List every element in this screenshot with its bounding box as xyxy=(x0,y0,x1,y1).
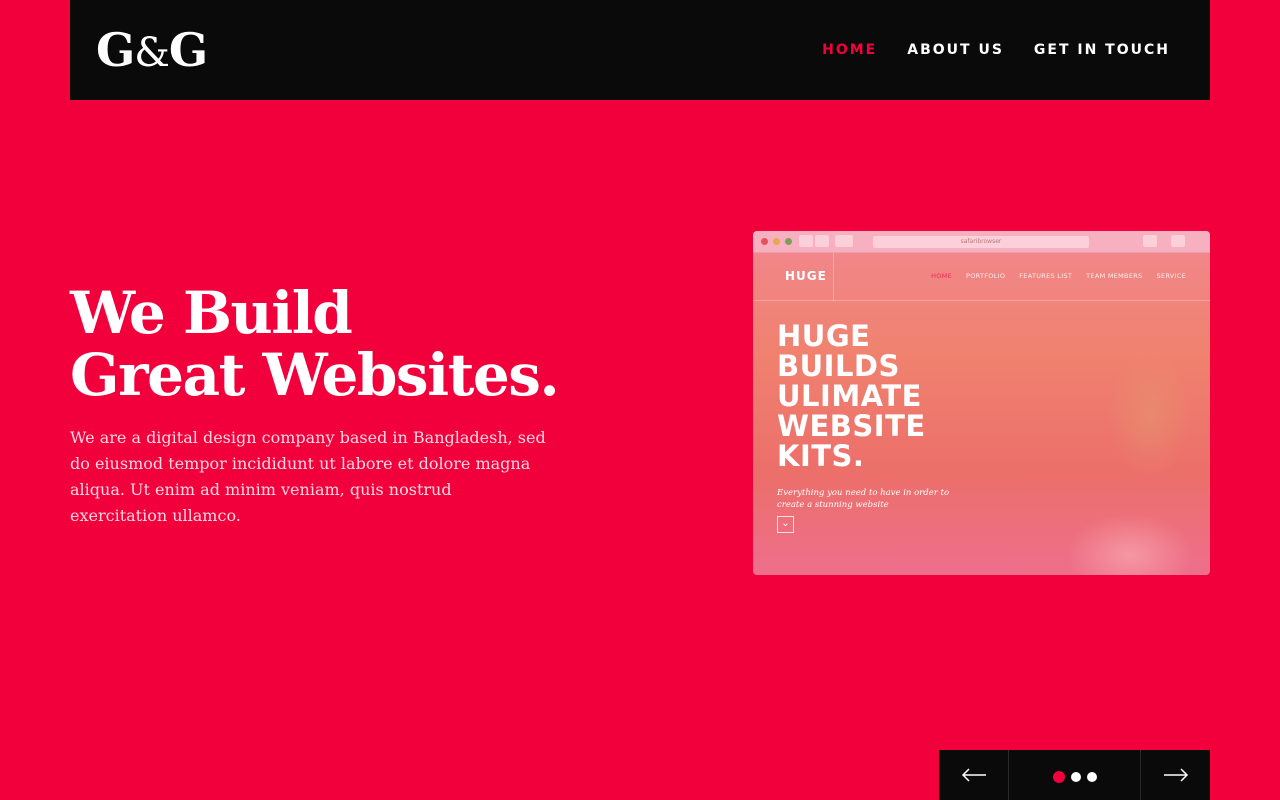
slider-dots xyxy=(1009,750,1140,800)
slider-prev-button[interactable] xyxy=(939,750,1009,800)
logo-ampersand: & xyxy=(134,30,170,76)
mockup-divider xyxy=(833,253,834,301)
share-icon xyxy=(1143,235,1157,247)
browser-toolbar: safaribrowser xyxy=(753,231,1210,253)
mockup-headline-line: ULIMATE xyxy=(777,379,922,413)
website-mockup-image: safaribrowser HUGE HOME PORTFOLIO FEATUR… xyxy=(753,231,1210,575)
mockup-headline-line: WEBSITE xyxy=(777,409,926,443)
logo-letter-right: G xyxy=(168,23,208,77)
mockup-headline-line: KITS. xyxy=(777,439,865,473)
mockup-link: PORTFOLIO xyxy=(966,272,1006,280)
tabs-icon xyxy=(1171,235,1185,247)
hero-title: We Build Great Websites. xyxy=(70,282,630,406)
minimize-dot-icon xyxy=(773,238,780,245)
mockup-links: HOME PORTFOLIO FEATURES LIST TEAM MEMBER… xyxy=(931,272,1186,280)
nav-about-us[interactable]: ABOUT US xyxy=(907,42,1004,58)
hero-title-line-1: We Build xyxy=(70,279,353,347)
mockup-subtitle: Everything you need to have in order to … xyxy=(777,488,950,510)
slider-controls xyxy=(939,750,1210,800)
mockup-headline: HUGE BUILDS ULIMATE WEBSITE KITS. xyxy=(777,321,997,471)
nav-get-in-touch[interactable]: GET IN TOUCH xyxy=(1034,42,1170,58)
back-icon xyxy=(799,235,813,247)
logo-letter-left: G xyxy=(96,23,135,77)
hero-title-line-2: Great Websites. xyxy=(70,341,560,409)
maximize-dot-icon xyxy=(785,238,792,245)
mockup-link: SERVICE xyxy=(1156,272,1186,280)
chevron-down-icon: ⌄ xyxy=(777,516,794,533)
arrow-right-icon xyxy=(1163,768,1188,782)
browser-url: safaribrowser xyxy=(873,236,1089,248)
mockup-headline-line: HUGE xyxy=(777,319,871,353)
mockup-link: FEATURES LIST xyxy=(1019,272,1073,280)
slider-dot[interactable] xyxy=(1070,772,1081,782)
sidebar-icon xyxy=(835,235,853,247)
mockup-headline-line: BUILDS xyxy=(777,349,900,383)
mockup-link: TEAM MEMBERS xyxy=(1086,272,1143,280)
slider-next-button[interactable] xyxy=(1140,750,1210,800)
slider-dot[interactable] xyxy=(1086,772,1097,782)
mockup-link: HOME xyxy=(931,272,952,280)
arrow-left-icon xyxy=(961,768,986,782)
hero-description: We are a digital design company based in… xyxy=(70,428,546,525)
main-nav: HOME ABOUT US GET IN TOUCH xyxy=(822,0,1170,100)
mockup-logo: HUGE xyxy=(785,269,827,283)
cyclist-photo xyxy=(980,325,1210,575)
brand-logo[interactable]: G&G xyxy=(96,22,208,81)
forward-icon xyxy=(815,235,829,247)
mockup-nav: HUGE HOME PORTFOLIO FEATURES LIST TEAM M… xyxy=(753,253,1210,301)
nav-home[interactable]: HOME xyxy=(822,42,877,58)
site-header: G&G HOME ABOUT US GET IN TOUCH xyxy=(70,0,1210,100)
close-dot-icon xyxy=(761,238,768,245)
slider-dot[interactable] xyxy=(1052,771,1065,783)
